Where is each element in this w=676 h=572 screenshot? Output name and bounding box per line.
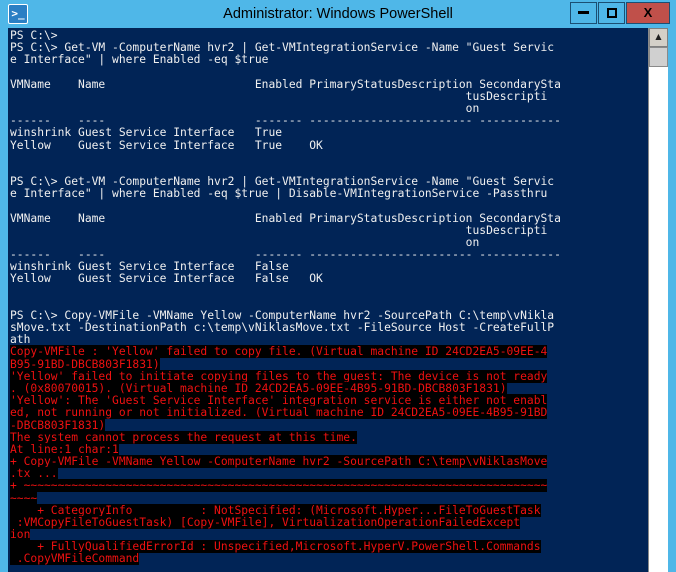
console-error-line: :VMCopyFileToGuestTask) [Copy-VMFile], V…: [10, 515, 648, 529]
console-error-text: .CopyVMFileCommand: [10, 552, 140, 566]
console-error-text: ed, not running or not initialized. (Vir…: [10, 406, 548, 420]
console-line: VMName Name Enabled PrimaryStatusDescrip…: [10, 211, 561, 225]
window-frame-left: [0, 28, 8, 572]
window-frame-right: [668, 28, 676, 572]
console-error-line: ed, not running or not initialized. (Vir…: [10, 406, 648, 420]
console-error-text: 'Yellow': The 'Guest Service Interface' …: [10, 394, 548, 408]
console-line: sMove.txt -DestinationPath c:\temp\vNikl…: [10, 321, 555, 335]
console-error-text: + ~~~~~~~~~~~~~~~~~~~~~~~~~~~~~~~~~~~~~~…: [10, 479, 548, 493]
console-error-text: ion: [10, 528, 31, 542]
console-error-text: :VMCopyFileToGuestTask) [Copy-VMFile], V…: [10, 515, 521, 529]
console-output-area[interactable]: PS C:\> PS C:\> Get-VM -ComputerName hvr2…: [8, 28, 648, 572]
minimize-icon: [578, 11, 589, 15]
console-error-text: At line:1 char:1: [10, 442, 119, 456]
maximize-button[interactable]: [598, 2, 625, 24]
console-error-text: B95-91BD-DBCB803F1831): [10, 357, 160, 371]
console-text: PS C:\> PS C:\> Get-VM -ComputerName hvr2…: [10, 29, 648, 572]
console-line: e Interface" | where Enabled -eq $true |…: [10, 187, 548, 201]
console-error-line: .CopyVMFileCommand: [10, 552, 648, 566]
console-error-line: ~~~~: [10, 491, 648, 505]
console-error-line: + ~~~~~~~~~~~~~~~~~~~~~~~~~~~~~~~~~~~~~~…: [10, 479, 648, 493]
console-error-text: .tx ...: [10, 467, 58, 481]
console-line: Yellow Guest Service Interface True OK: [10, 138, 323, 152]
console-error-text: 'Yellow' failed to initiate copying file…: [10, 369, 548, 383]
scroll-up-arrow-icon[interactable]: ▲: [649, 28, 668, 47]
vertical-scrollbar[interactable]: ▲: [648, 28, 668, 572]
console-line: winshrink Guest Service Interface True: [10, 126, 283, 140]
console-error-line: B95-91BD-DBCB803F1831): [10, 357, 648, 371]
maximize-icon: [606, 8, 617, 19]
console-line: e Interface" | where Enabled -eq $true: [10, 53, 269, 67]
console-error-text: ~~~~: [10, 491, 38, 505]
console-error-text: Copy-VMFile : 'Yellow' failed to copy fi…: [10, 345, 548, 359]
console-line: Yellow Guest Service Interface False OK: [10, 272, 323, 286]
powershell-window: >_ Administrator: Windows PowerShell X P…: [0, 0, 676, 572]
console-error-text: . (0x80070015). (Virtual machine ID 24CD…: [10, 381, 507, 395]
scrollbar-track[interactable]: [649, 67, 668, 572]
scrollbar-thumb[interactable]: [649, 47, 668, 67]
console-error-text: + FullyQualifiedErrorId : Unspecified,Mi…: [10, 540, 541, 554]
console-error-line: Copy-VMFile : 'Yellow' failed to copy fi…: [10, 345, 648, 359]
close-button[interactable]: X: [626, 2, 670, 24]
console-error-line: + Copy-VMFile -VMName Yellow -ComputerNa…: [10, 455, 648, 469]
title-bar[interactable]: >_ Administrator: Windows PowerShell X: [0, 0, 676, 28]
console-error-text: + Copy-VMFile -VMName Yellow -ComputerNa…: [10, 455, 548, 469]
console-error-text: The system cannot process the request at…: [10, 430, 357, 444]
console-error-line: -DBCB803F1831): [10, 418, 648, 432]
console-error-text: + CategoryInfo : NotSpecified: (Microsof…: [10, 503, 541, 517]
console-error-text: -DBCB803F1831): [10, 418, 106, 432]
minimize-button[interactable]: [570, 2, 597, 24]
